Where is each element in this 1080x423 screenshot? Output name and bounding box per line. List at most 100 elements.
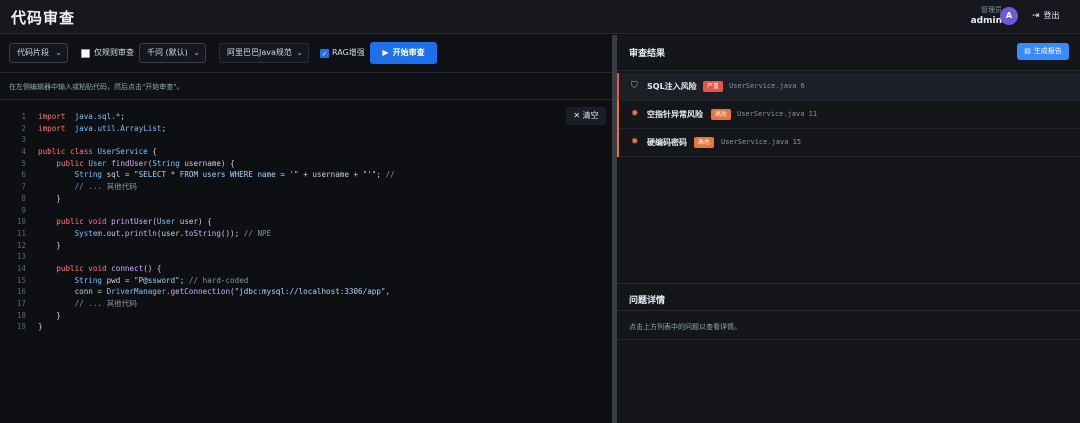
line-number: 2: [21, 123, 26, 133]
detail-title: 问题详情: [629, 296, 666, 306]
rag-checkbox[interactable]: ✓: [320, 49, 329, 58]
line-text: public class UserService {: [38, 147, 157, 157]
issue-location: UserService.java 11: [737, 110, 818, 118]
start-review-button[interactable]: ▶ 开始审查: [370, 42, 437, 64]
user-role: 管理员: [981, 6, 1002, 14]
code-line: 13: [0, 251, 560, 263]
code-line: 4 public class UserService {: [0, 146, 560, 158]
model-select[interactable]: 千问 (默认) ⌄: [139, 43, 206, 63]
line-number: 18: [16, 310, 26, 320]
code-line: 14 public void connect() {: [0, 263, 560, 275]
line-number: 15: [16, 275, 26, 285]
results-header: 审查结果 ▤ 生成报告: [617, 35, 1080, 71]
ruleset-select[interactable]: 阿里巴巴Java规范 ⌄: [219, 43, 309, 63]
rag-label: RAG增强: [332, 48, 365, 57]
rules-only-checkbox[interactable]: [81, 49, 90, 58]
line-text: }: [38, 193, 61, 203]
code-line: 19}: [0, 321, 560, 333]
line-number: 17: [16, 299, 26, 308]
line-number: 5: [21, 158, 26, 168]
divider: [617, 339, 1080, 340]
code-lines: 1 import java.sql.*; 2 import java.util.Arr…: [0, 111, 560, 333]
code-editor[interactable]: ✕ 清空 1 import java.sql.*; 2 import java.uti…: [0, 99, 612, 423]
generate-report-button[interactable]: ▤ 生成报告: [1017, 43, 1069, 60]
chevron-down-icon: ⌄: [296, 48, 303, 57]
code-line: 1 import java.sql.*;: [0, 111, 560, 123]
severity-badge: 严重: [703, 81, 724, 92]
issue-location: UserService.java 6: [729, 82, 805, 90]
logout-label: 登出: [1043, 11, 1060, 20]
editor-pane: 代码片段 ⌄ 仅规则审查 千问 (默认) ⌄ 阿里巴巴Java规范 ⌄ ✓ RA…: [0, 35, 612, 423]
code-line: 15 String pwd = "P@ssword"; // hard-code…: [0, 275, 560, 287]
line-text: import java.sql.*;: [38, 112, 125, 121]
line-text: }: [38, 310, 61, 320]
logout-button[interactable]: ⇥ 登出: [1027, 7, 1071, 25]
editor-hint: 在左侧编辑器中输入或粘贴代码，然后点击"开始审查"。: [9, 83, 184, 91]
issue-name: SQL注入风险: [647, 82, 697, 91]
line-number: 3: [21, 135, 26, 145]
line-number: 16: [16, 287, 26, 297]
severity-bar: [617, 73, 619, 101]
code-line: 8 }: [0, 193, 560, 205]
line-number: 10: [16, 217, 26, 227]
app-header: 代码审查 管理员 admin A ⇥ 登出: [0, 0, 1080, 34]
code-line: 16 conn = DriverManager.getConnection("j…: [0, 286, 560, 298]
severity-badge: 高危: [711, 109, 732, 120]
code-line: 2 import java.util.ArrayList;: [0, 123, 560, 135]
issue-location: UserService.java 15: [721, 138, 802, 146]
model-select-value: 千问 (默认): [147, 48, 188, 57]
editor-toolbar: 代码片段 ⌄ 仅规则审查 千问 (默认) ⌄ 阿里巴巴Java规范 ⌄ ✓ RA…: [0, 35, 612, 73]
document-icon: ▤: [1024, 47, 1031, 55]
shield-warning-icon: ⛉: [631, 81, 638, 91]
issue-item[interactable]: ⛉ SQL注入风险 严重 UserService.java 6: [617, 73, 1080, 101]
clear-button[interactable]: ✕ 清空: [566, 107, 606, 125]
line-text: public void connect() {: [56, 263, 162, 273]
line-number: 4: [21, 147, 26, 157]
app-title: 代码审查: [11, 9, 76, 27]
results-title: 审查结果: [629, 49, 666, 59]
severity-bar: [617, 129, 619, 157]
logout-icon: ⇥: [1032, 11, 1040, 21]
issue-name: 空指针异常风险: [647, 110, 703, 119]
issue-name: 硬编码密码: [647, 138, 687, 147]
code-line: 5 public User findUser(String username) …: [0, 158, 560, 170]
line-number: 11: [16, 228, 26, 238]
start-review-label: 开始审查: [392, 48, 425, 57]
line-text: public User findUser(String username) {: [56, 158, 235, 168]
line-number: 19: [16, 322, 26, 332]
code-line: 18 }: [0, 310, 560, 322]
code-line: 6 String sql = "SELECT * FROM users WHER…: [0, 169, 560, 181]
line-number: 14: [16, 263, 26, 273]
issue-item[interactable]: ✹ 空指针异常风险 高危 UserService.java 11: [617, 101, 1080, 129]
line-text: // ... 其他代码: [74, 182, 137, 192]
code-line: 3: [0, 134, 560, 146]
mode-select[interactable]: 代码片段 ⌄: [9, 43, 68, 63]
line-number: 1: [21, 112, 26, 121]
line-number: 9: [21, 205, 26, 215]
line-text: }: [38, 322, 43, 332]
chevron-down-icon: ⌄: [193, 48, 200, 57]
line-text: System.out.println(user.toString()); // …: [74, 228, 272, 238]
detail-header: 问题详情: [617, 283, 1080, 311]
play-icon: ▶: [382, 48, 389, 57]
clear-label: 清空: [582, 111, 599, 120]
bug-icon: ✹: [631, 137, 639, 147]
line-number: 6: [21, 170, 26, 180]
code-line: 7 // ... 其他代码: [0, 181, 560, 193]
user-info: 管理员 admin: [962, 6, 1002, 27]
mode-select-value: 代码片段: [17, 48, 49, 57]
line-number: 7: [21, 182, 26, 192]
issue-item[interactable]: ✹ 硬编码密码 高危 UserService.java 15: [617, 129, 1080, 157]
line-text: public void printUser(User user) {: [56, 217, 212, 227]
code-line: 10 public void printUser(User user) {: [0, 216, 560, 228]
code-line: 12 }: [0, 240, 560, 252]
avatar[interactable]: A: [1000, 7, 1018, 25]
generate-report-label: 生成报告: [1033, 47, 1062, 55]
line-number: 12: [16, 240, 26, 250]
line-text: String pwd = "P@ssword"; // hard-coded: [74, 275, 249, 285]
ruleset-select-value: 阿里巴巴Java规范: [227, 48, 292, 57]
line-text: import java.util.ArrayList;: [38, 123, 167, 133]
line-text: // ... 其他代码: [74, 299, 137, 308]
chevron-down-icon: ⌄: [55, 48, 62, 57]
rules-only-label: 仅规则审查: [94, 48, 134, 57]
